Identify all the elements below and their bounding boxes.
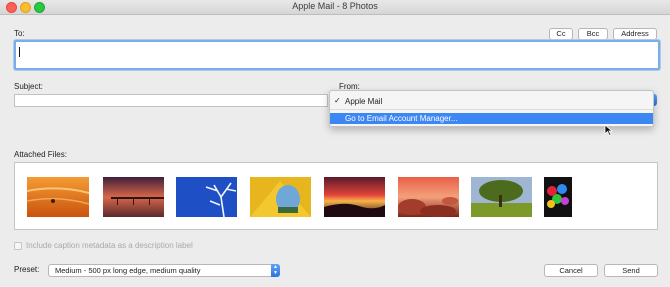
sunset-swimmer-photo[interactable] [27, 177, 89, 217]
bcc-button[interactable]: Bcc [578, 28, 608, 40]
window-title: Apple Mail - 8 Photos [292, 1, 378, 11]
title-bar: Apple Mail - 8 Photos [0, 0, 670, 15]
to-label: To: [14, 29, 25, 38]
preset-select[interactable]: Medium - 500 px long edge, medium qualit… [48, 264, 280, 277]
cancel-button[interactable]: Cancel [544, 264, 598, 277]
menu-item-label: Go to Email Account Manager... [345, 114, 458, 123]
menu-divider [330, 109, 653, 110]
mouse-pointer-icon [604, 124, 613, 136]
preset-value: Medium - 500 px long edge, medium qualit… [55, 266, 201, 275]
bare-tree-blue-sky-photo[interactable] [176, 177, 237, 217]
attachments-area [14, 162, 658, 230]
subject-label: Subject: [14, 82, 43, 91]
menu-item-account-manager[interactable]: Go to Email Account Manager... [330, 113, 653, 124]
from-dropdown-menu: ✓ Apple Mail Go to Email Account Manager… [329, 90, 654, 127]
menu-item-label: Apple Mail [345, 97, 383, 106]
checkmark-icon: ✓ [334, 96, 341, 105]
to-input[interactable] [14, 40, 660, 70]
attached-files-label: Attached Files: [14, 150, 67, 159]
rocky-shore-sunset-photo[interactable] [398, 177, 459, 217]
yellow-tent-photo[interactable] [250, 177, 311, 217]
address-button[interactable]: Address [613, 28, 657, 40]
text-caret [19, 47, 20, 57]
cc-button[interactable]: Cc [549, 28, 573, 40]
caption-metadata-label: Include caption metadata as a descriptio… [26, 241, 193, 250]
send-button[interactable]: Send [604, 264, 658, 277]
menu-item-apple-mail[interactable]: ✓ Apple Mail [330, 96, 653, 107]
caption-metadata-checkbox[interactable] [14, 242, 22, 250]
subject-input[interactable] [14, 94, 328, 107]
balloons-photo[interactable] [544, 177, 572, 217]
select-arrows-icon: ▲ ▼ [271, 264, 280, 277]
oak-tree-field-photo[interactable] [471, 177, 532, 217]
red-sky-sunset-photo[interactable] [324, 177, 385, 217]
pier-sunset-photo[interactable] [103, 177, 164, 217]
preset-label: Preset: [14, 265, 40, 274]
